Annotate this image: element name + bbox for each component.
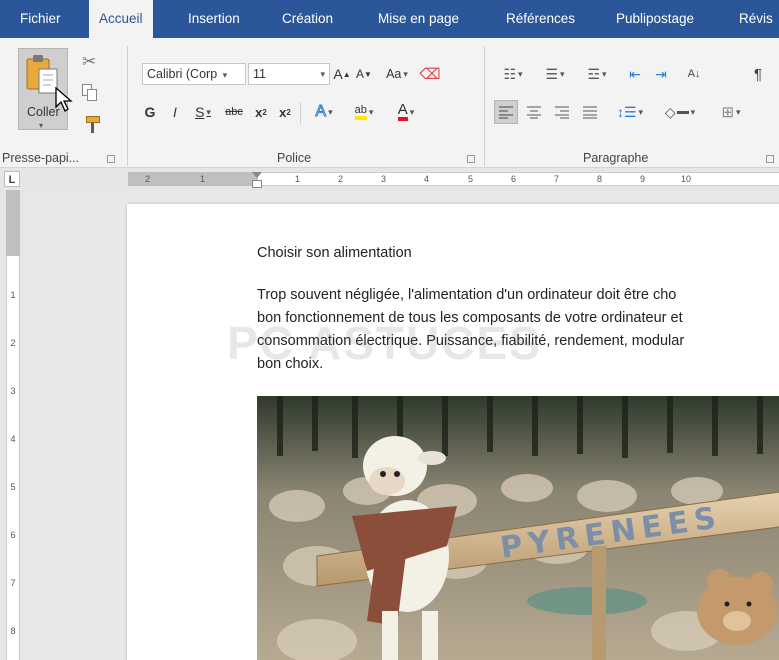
document-page[interactable]: Choisir son alimentation Trop souvent né… [127, 204, 779, 660]
paragraph-line[interactable]: Trop souvent négligée, l'alimentation d'… [257, 287, 676, 303]
ruler-number: 2 [338, 174, 344, 184]
ruler-number: 4 [424, 174, 430, 184]
paste-button[interactable]: Coller ▾ [18, 48, 73, 130]
font-color-button[interactable]: A ▾ [388, 100, 424, 124]
ruler-number: 3 [381, 174, 387, 184]
document-heading[interactable]: Choisir son alimentation [257, 245, 412, 261]
ruler-number: 2 [145, 174, 151, 184]
tab-mise-en-page[interactable]: Mise en page [366, 0, 471, 38]
font-name-dropdown[interactable]: Calibri (Corp ▾ [142, 63, 246, 85]
document-canvas[interactable]: Choisir son alimentation Trop souvent né… [24, 190, 779, 660]
sort-button[interactable]: A↓ [682, 62, 706, 86]
font-launcher-icon[interactable] [467, 155, 475, 163]
ruler-number: 7 [554, 174, 560, 184]
underline-button[interactable]: S ▾ [189, 100, 217, 124]
inserted-photo[interactable]: PYRENEES [257, 396, 779, 660]
bullets-button[interactable]: ☷ ▾ [494, 62, 532, 86]
ruler-number: 7 [10, 578, 16, 588]
bold-button[interactable]: G [142, 100, 158, 124]
ribbon-tab-bar: Fichier Accueil Insertion Création Mise … [0, 0, 779, 40]
decrease-indent-button[interactable]: ⇤ [624, 62, 646, 86]
indent-marker-icon[interactable] [252, 172, 262, 178]
paragraph-launcher-icon[interactable] [766, 155, 774, 163]
horizontal-ruler[interactable]: L 2 1 1 2 3 4 5 6 7 8 9 10 [0, 168, 779, 190]
ruler-number: 6 [10, 530, 16, 540]
ruler-number: 3 [10, 386, 16, 396]
align-center-button[interactable] [522, 100, 546, 124]
photo-image: PYRENEES [257, 396, 779, 660]
copy-icon[interactable] [82, 84, 98, 102]
multilevel-list-button[interactable]: ☲ ▾ [578, 62, 616, 86]
line-spacing-button[interactable]: ↕☰ ▾ [612, 100, 648, 124]
ruler-number: 1 [295, 174, 301, 184]
tab-references[interactable]: Références [494, 0, 587, 38]
vertical-ruler[interactable]: 1 2 3 4 5 6 7 8 [0, 190, 24, 660]
ruler-number: 8 [597, 174, 603, 184]
grow-font-button[interactable]: A ▲ [333, 62, 350, 86]
ruler-number: 6 [511, 174, 517, 184]
tab-revision[interactable]: Révis [727, 0, 779, 38]
align-center-icon [527, 106, 541, 119]
align-left-button[interactable] [494, 100, 518, 124]
numbering-button[interactable]: ☰ ▾ [536, 62, 574, 86]
watermark: PC ASTUCES [227, 317, 542, 369]
subscript-button[interactable]: x2 [251, 100, 271, 124]
group-separator [127, 46, 128, 166]
ruler-number: 5 [10, 482, 16, 492]
shrink-font-button[interactable]: A ▼ [356, 62, 372, 86]
borders-button[interactable]: ⊞ ▾ [712, 100, 750, 124]
font-size-dropdown[interactable]: 11 ▾ [248, 63, 330, 85]
align-left-icon [499, 106, 513, 119]
tab-insertion[interactable]: Insertion [176, 0, 252, 38]
word-window: Fichier Accueil Insertion Création Mise … [0, 0, 779, 660]
shading-button[interactable]: ◇ ▾ [660, 100, 700, 124]
ruler-number: 9 [640, 174, 646, 184]
ruler-number: 8 [10, 626, 16, 636]
hanging-indent-icon[interactable] [252, 180, 262, 188]
text-effects-button[interactable]: A ▾ [306, 100, 342, 124]
change-case-button[interactable]: Aa ▾ [379, 62, 415, 86]
group-separator [484, 46, 485, 166]
justify-button[interactable] [578, 100, 602, 124]
paragraph-group-label: Paragraphe [583, 151, 649, 165]
paste-label: Coller [27, 105, 60, 119]
superscript-button[interactable]: x2 [275, 100, 295, 124]
show-marks-button[interactable]: ¶ [748, 62, 768, 86]
font-size-value: 11 [253, 67, 266, 81]
tab-creation[interactable]: Création [270, 0, 345, 38]
tab-accueil[interactable]: Accueil [89, 0, 153, 40]
ruler-number: 1 [200, 174, 206, 184]
group-separator [300, 102, 301, 124]
clipboard-launcher-icon[interactable] [107, 155, 115, 163]
justify-icon [583, 106, 597, 119]
highlight-color-button[interactable]: ab ▾ [346, 100, 382, 124]
tab-publipostage[interactable]: Publipostage [604, 0, 706, 38]
ruler-number: 10 [681, 174, 692, 184]
font-name-value: Calibri (Corp [147, 67, 218, 81]
ruler-number: 5 [468, 174, 474, 184]
tab-fichier[interactable]: Fichier [8, 0, 73, 38]
align-right-icon [555, 106, 569, 119]
ruler-number: 4 [10, 434, 16, 444]
tab-selector[interactable]: L [4, 171, 20, 187]
ruler-top-margin [6, 190, 20, 256]
clipboard-group-label: Presse-papi... [2, 151, 80, 165]
ruler-number: 2 [10, 338, 16, 348]
ruler-track [6, 190, 20, 660]
format-painter-icon[interactable] [84, 116, 102, 134]
ruler-number: 1 [10, 290, 16, 300]
align-right-button[interactable] [550, 100, 574, 124]
paste-dropdown-arrow: ▾ [39, 121, 44, 130]
italic-button[interactable]: I [167, 100, 183, 124]
cut-icon[interactable]: ✂ [82, 52, 96, 72]
ribbon: Coller ▾ ✂ Presse-papi... Calibri (Corp … [0, 38, 779, 168]
clear-formatting-icon[interactable]: ⌫ [419, 62, 440, 86]
strikethrough-button[interactable]: abc [222, 100, 246, 124]
increase-indent-button[interactable]: ⇥ [650, 62, 672, 86]
font-group-label: Police [277, 151, 312, 165]
